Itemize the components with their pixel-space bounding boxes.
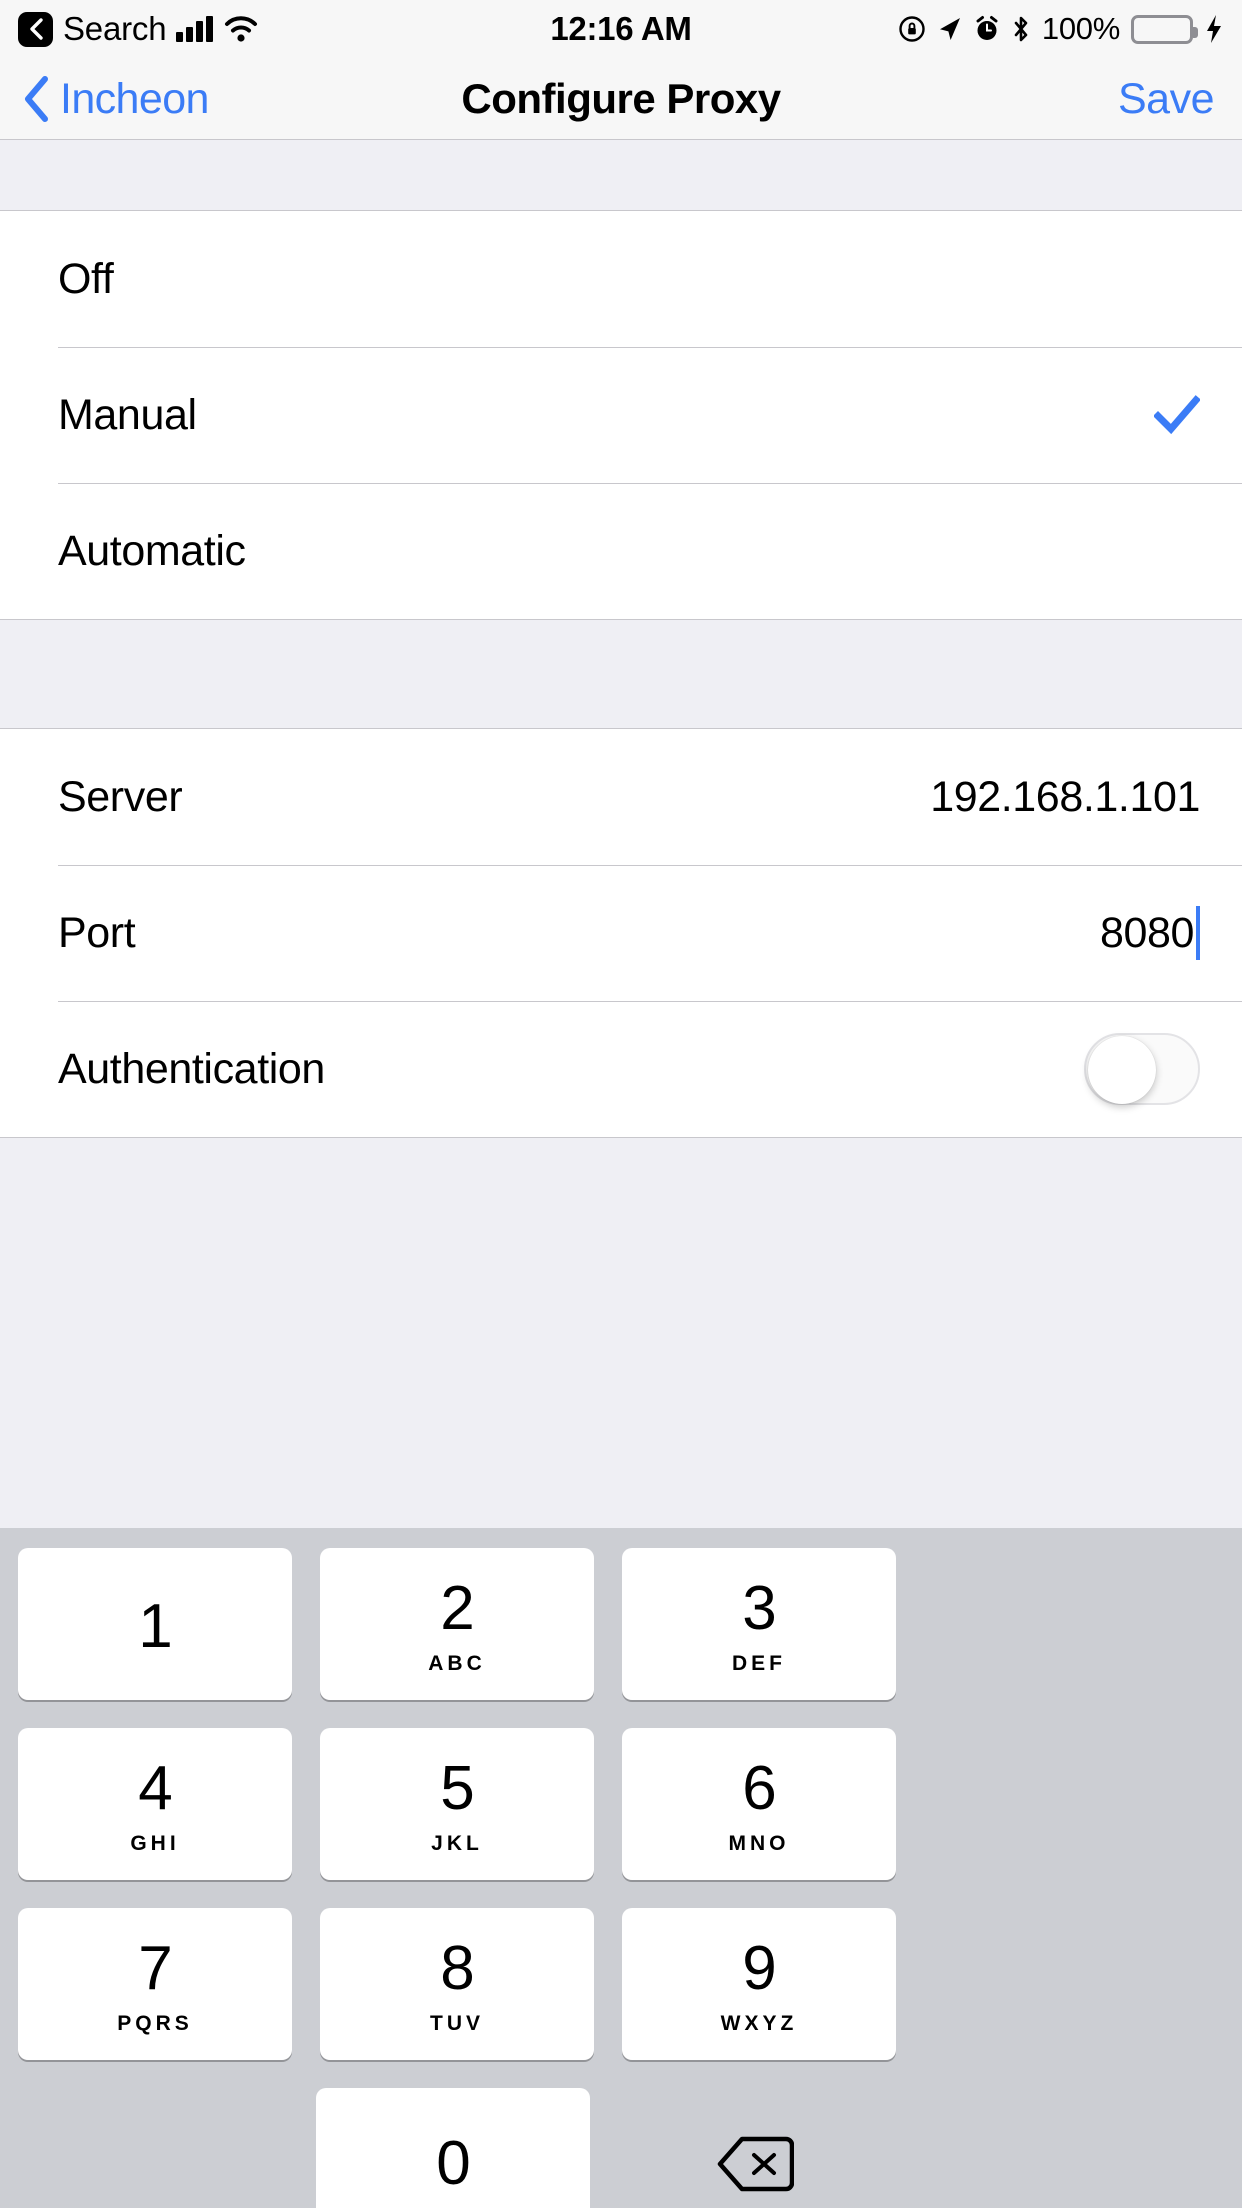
save-button[interactable]: Save bbox=[1118, 58, 1215, 140]
key-letters: ABC bbox=[428, 1652, 486, 1675]
keyboard-row-1: 1 2 ABC 3 DEF bbox=[0, 1548, 1242, 1700]
toggle-knob bbox=[1088, 1036, 1156, 1104]
status-bar: Search 12:16 AM 100% bbox=[0, 0, 1242, 58]
port-input[interactable]: 8080 bbox=[1100, 909, 1194, 958]
keyboard-rows: 1 2 ABC 3 DEF 4 GHI 5 JKL 6 MNO 7 PQRS 8… bbox=[0, 1528, 1242, 2208]
key-digit: 4 bbox=[138, 1754, 172, 1823]
numeric-keyboard: 1 2 ABC 3 DEF 4 GHI 5 JKL 6 MNO 7 PQRS 8… bbox=[0, 1528, 1242, 2208]
authentication-toggle-wrap bbox=[1084, 1033, 1200, 1105]
checkmark-icon bbox=[1154, 395, 1200, 435]
port-field-wrap[interactable]: 8080 bbox=[1100, 906, 1200, 960]
key-2[interactable]: 2 ABC bbox=[320, 1548, 594, 1700]
port-label: Port bbox=[58, 908, 136, 957]
key-9[interactable]: 9 WXYZ bbox=[622, 1908, 896, 2060]
key-digit: 2 bbox=[440, 1574, 474, 1643]
text-cursor bbox=[1196, 906, 1200, 960]
server-label: Server bbox=[58, 772, 183, 821]
section-gap-top bbox=[0, 141, 1242, 211]
keyboard-row-3: 7 PQRS 8 TUV 9 WXYZ bbox=[0, 1908, 1242, 2060]
key-0[interactable]: 0 bbox=[316, 2088, 590, 2208]
bluetooth-icon bbox=[1014, 16, 1028, 42]
alarm-clock-icon bbox=[976, 16, 998, 40]
proxy-option-label: Manual bbox=[58, 390, 197, 439]
delete-backward-icon bbox=[717, 2136, 794, 2192]
status-bar-right: 100% bbox=[898, 0, 1224, 58]
proxy-mode-group: Off Manual Automatic bbox=[0, 211, 1242, 619]
key-letters: TUV bbox=[430, 2012, 484, 2035]
battery-percent-label: 100% bbox=[1041, 11, 1120, 46]
proxy-details-group: Server 192.168.1.101 Port 8080 Authentic… bbox=[0, 729, 1242, 1137]
key-backspace[interactable] bbox=[618, 2088, 892, 2208]
key-4[interactable]: 4 GHI bbox=[18, 1728, 292, 1880]
battery-icon bbox=[1131, 14, 1198, 44]
key-6[interactable]: 6 MNO bbox=[622, 1728, 896, 1880]
key-3[interactable]: 3 DEF bbox=[622, 1548, 896, 1700]
iphone-screen: Search 12:16 AM 100% Incheon Configure P… bbox=[0, 0, 1242, 2208]
key-digit: 8 bbox=[440, 1934, 474, 2003]
proxy-option-label: Automatic bbox=[58, 526, 246, 575]
selected-indicator bbox=[1154, 392, 1200, 438]
key-7[interactable]: 7 PQRS bbox=[18, 1908, 292, 2060]
table-footer-spacer bbox=[0, 1137, 1242, 1385]
proxy-option-off[interactable]: Off bbox=[0, 211, 1242, 347]
key-letters: WXYZ bbox=[720, 2012, 798, 2035]
lightning-bolt-icon bbox=[1207, 15, 1221, 43]
key-letters: GHI bbox=[130, 1832, 180, 1855]
key-digit: 7 bbox=[138, 1934, 172, 2003]
key-digit: 0 bbox=[436, 2129, 470, 2198]
key-letters: PQRS bbox=[117, 2012, 193, 2035]
key-digit: 3 bbox=[742, 1574, 776, 1643]
location-arrow-icon bbox=[939, 18, 960, 40]
key-letters: MNO bbox=[728, 1832, 790, 1855]
authentication-row[interactable]: Authentication bbox=[0, 1001, 1242, 1137]
key-5[interactable]: 5 JKL bbox=[320, 1728, 594, 1880]
rotation-lock-icon bbox=[899, 16, 925, 42]
proxy-option-automatic[interactable]: Automatic bbox=[0, 483, 1242, 619]
proxy-option-manual[interactable]: Manual bbox=[0, 347, 1242, 483]
key-digit: 9 bbox=[742, 1934, 776, 2003]
server-input[interactable]: 192.168.1.101 bbox=[930, 773, 1200, 822]
page-title: Configure Proxy bbox=[461, 75, 781, 122]
keyboard-row-2: 4 GHI 5 JKL 6 MNO bbox=[0, 1728, 1242, 1880]
navigation-bar: Incheon Configure Proxy Save bbox=[0, 58, 1242, 140]
key-letters: DEF bbox=[732, 1652, 786, 1675]
key-digit: 5 bbox=[440, 1754, 474, 1823]
keyboard-row-4: 0 bbox=[0, 2088, 1242, 2208]
key-8[interactable]: 8 TUV bbox=[320, 1908, 594, 2060]
port-row[interactable]: Port 8080 bbox=[0, 865, 1242, 1001]
server-row[interactable]: Server 192.168.1.101 bbox=[0, 729, 1242, 865]
key-letters: JKL bbox=[431, 1832, 483, 1855]
authentication-toggle[interactable] bbox=[1084, 1033, 1200, 1105]
status-bar-clock: 12:16 AM bbox=[550, 10, 692, 47]
key-digit: 6 bbox=[742, 1754, 776, 1823]
proxy-option-label: Off bbox=[58, 254, 114, 303]
section-gap-middle bbox=[0, 619, 1242, 729]
authentication-label: Authentication bbox=[58, 1044, 325, 1093]
key-1[interactable]: 1 bbox=[18, 1548, 292, 1700]
key-digit: 1 bbox=[138, 1592, 172, 1661]
